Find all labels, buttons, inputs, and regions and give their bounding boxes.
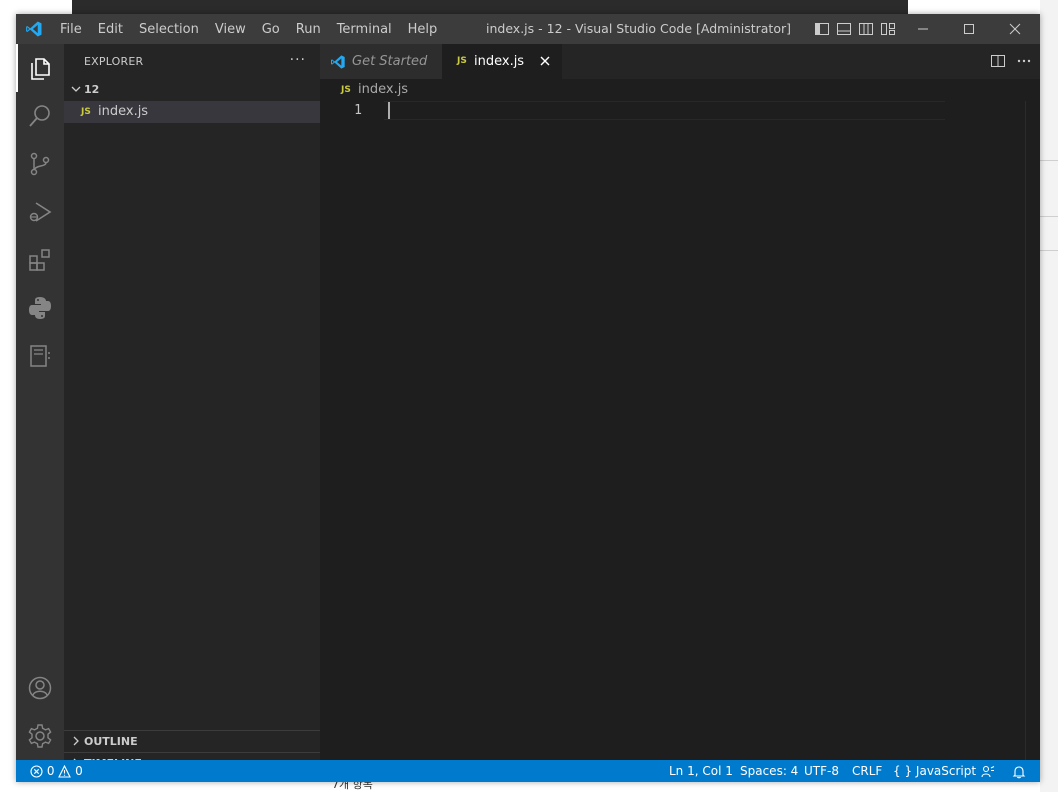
tab-index-js[interactable]: JS index.js xyxy=(442,44,562,79)
notebook-icon xyxy=(30,345,50,367)
outline-section[interactable]: OUTLINE xyxy=(64,730,320,753)
encoding-setting[interactable]: UTF-8 xyxy=(804,760,839,782)
background-window-edge xyxy=(1040,0,1058,792)
vscode-logo-icon xyxy=(331,55,345,69)
customize-layout-icon[interactable] xyxy=(880,21,896,37)
feedback-icon xyxy=(981,765,995,777)
activity-bar xyxy=(16,44,64,760)
files-icon xyxy=(31,58,50,80)
error-count: 0 xyxy=(46,764,55,778)
layout-controls xyxy=(814,21,896,37)
minimize-icon xyxy=(918,28,928,30)
breadcrumb: JS index.js xyxy=(320,79,1040,101)
python-icon xyxy=(29,297,51,319)
warning-count: 0 xyxy=(75,764,83,778)
sidebar-title: EXPLORER xyxy=(84,55,144,68)
close-window-button[interactable] xyxy=(992,14,1038,44)
close-tab-icon[interactable] xyxy=(538,54,552,68)
close-icon xyxy=(1009,23,1021,35)
javascript-file-icon: JS xyxy=(457,56,467,66)
menu-edit[interactable]: Edit xyxy=(90,22,131,37)
maximize-icon xyxy=(964,24,974,34)
chevron-down-icon xyxy=(71,86,81,92)
menu-terminal[interactable]: Terminal xyxy=(329,22,400,37)
notifications-button[interactable] xyxy=(1012,760,1026,782)
code-editor[interactable]: 1 xyxy=(320,101,1040,760)
run-debug-icon xyxy=(29,202,52,222)
account-icon xyxy=(28,676,52,700)
problems-indicator[interactable]: 0 0 xyxy=(30,760,83,782)
line-number: 1 xyxy=(354,103,362,118)
split-editor-icon[interactable] xyxy=(990,53,1006,69)
title-bar: File Edit Selection View Go Run Terminal… xyxy=(16,14,1040,44)
minimap-area[interactable] xyxy=(1025,101,1040,760)
sidebar-more-actions[interactable]: ··· xyxy=(290,44,306,79)
vscode-logo-icon[interactable] xyxy=(25,20,43,38)
text-cursor xyxy=(388,102,390,119)
feedback-button[interactable] xyxy=(981,760,995,782)
cursor-position[interactable]: Ln 1, Col 1 xyxy=(669,760,733,782)
toggle-panel-icon[interactable] xyxy=(836,21,852,37)
extensions-button[interactable] xyxy=(16,236,64,284)
file-row-index-js[interactable]: JS index.js xyxy=(64,101,320,123)
search-button[interactable] xyxy=(16,92,64,140)
breadcrumb-file[interactable]: index.js xyxy=(358,79,408,101)
language-mode[interactable]: { } JavaScript xyxy=(893,760,976,782)
menu-bar: File Edit Selection View Go Run Terminal… xyxy=(52,14,445,44)
status-bar: 0 0 Ln 1, Col 1 Spaces: 4 UTF-8 CRLF { }… xyxy=(16,760,1040,782)
chevron-right-icon xyxy=(73,736,79,746)
explorer-sidebar: EXPLORER ··· 12 JS index.js OUTLINE TIME… xyxy=(64,44,320,770)
explorer-button[interactable] xyxy=(16,44,64,92)
vscode-window: File Edit Selection View Go Run Terminal… xyxy=(16,14,1040,782)
braces-icon: { } xyxy=(893,764,913,778)
tab-get-started[interactable]: Get Started xyxy=(320,44,442,79)
manage-button[interactable] xyxy=(16,712,64,760)
python-button[interactable] xyxy=(16,284,64,332)
notebook-button[interactable] xyxy=(16,332,64,380)
editor-actions xyxy=(990,53,1032,69)
menu-selection[interactable]: Selection xyxy=(131,22,207,37)
tab-label: index.js xyxy=(474,54,525,69)
source-control-icon xyxy=(30,152,50,176)
run-debug-button[interactable] xyxy=(16,188,64,236)
gear-icon xyxy=(28,724,52,748)
extensions-icon xyxy=(29,249,50,271)
editor-tab-bar: Get Started JS index.js xyxy=(320,44,1040,79)
minimize-button[interactable] xyxy=(900,14,946,44)
search-icon xyxy=(29,105,50,127)
accounts-button[interactable] xyxy=(16,664,64,712)
javascript-file-icon: JS xyxy=(81,107,91,117)
more-actions-icon[interactable] xyxy=(1016,53,1032,69)
indentation-setting[interactable]: Spaces: 4 xyxy=(740,760,798,782)
warning-icon xyxy=(58,764,72,778)
language-label: JavaScript xyxy=(915,764,977,778)
toggle-primary-sidebar-icon[interactable] xyxy=(814,21,830,37)
javascript-file-icon: JS xyxy=(341,85,351,95)
folder-name: 12 xyxy=(84,83,100,96)
tab-label: Get Started xyxy=(352,54,428,69)
menu-view[interactable]: View xyxy=(207,22,254,37)
bell-icon xyxy=(1012,765,1026,778)
menu-go[interactable]: Go xyxy=(254,22,288,37)
source-control-button[interactable] xyxy=(16,140,64,188)
maximize-button[interactable] xyxy=(946,14,992,44)
error-icon xyxy=(30,765,43,778)
eol-setting[interactable]: CRLF xyxy=(852,760,882,782)
current-line-highlight xyxy=(384,101,945,120)
menu-file[interactable]: File xyxy=(52,22,90,37)
outline-label: OUTLINE xyxy=(84,735,138,748)
toggle-secondary-sidebar-icon[interactable] xyxy=(858,21,874,37)
folder-row[interactable]: 12 xyxy=(64,79,320,101)
window-title: index.js - 12 - Visual Studio Code [Admi… xyxy=(486,21,791,36)
file-name: index.js xyxy=(98,104,149,119)
background-window-strip xyxy=(72,0,908,14)
menu-run[interactable]: Run xyxy=(288,22,329,37)
